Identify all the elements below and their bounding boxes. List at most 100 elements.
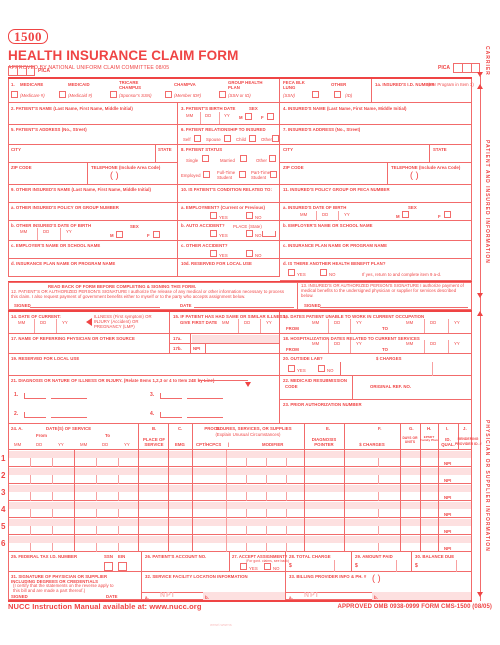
field-3-sex-label: SEX bbox=[249, 106, 258, 111]
field-20-checkbox-no[interactable] bbox=[318, 365, 325, 372]
field-32-b-shade[interactable] bbox=[203, 592, 285, 600]
field-8-checkbox-employed[interactable] bbox=[203, 171, 210, 178]
field-3-checkbox-male[interactable] bbox=[245, 113, 252, 120]
field-6-checkbox-spouse[interactable] bbox=[224, 135, 231, 142]
field-11d-yes: YES bbox=[297, 272, 306, 277]
field-9b-checkbox-male[interactable] bbox=[116, 231, 123, 238]
field-17a-shade[interactable] bbox=[192, 335, 279, 343]
field-8-checkbox-married[interactable] bbox=[240, 155, 247, 162]
field-5-phone-value[interactable]: ( ) bbox=[110, 171, 119, 180]
field-1-checkbox-medicare[interactable] bbox=[11, 91, 18, 98]
field-27-checkbox-yes[interactable] bbox=[240, 563, 247, 570]
field-24-col-j: J. bbox=[463, 426, 467, 431]
field-10c-checkbox-no[interactable] bbox=[246, 250, 253, 257]
field-1-checkbox-other[interactable] bbox=[334, 91, 341, 98]
field-21-line3-rule-b[interactable] bbox=[187, 398, 223, 399]
field-1-checkbox-group[interactable] bbox=[219, 91, 226, 98]
field-14-mm: MM bbox=[18, 320, 26, 325]
field-11a-checkbox-female[interactable] bbox=[444, 211, 451, 218]
field-1-option-4-name: GROUP HEALTH PLAN bbox=[228, 80, 263, 90]
field-24-col-d-l2: (Explain Unusual Circumstances) bbox=[215, 432, 281, 437]
field-10c-checkbox-yes[interactable] bbox=[210, 250, 217, 257]
arrow-down-carrier bbox=[477, 72, 483, 77]
field-6-checkbox-child[interactable] bbox=[249, 135, 256, 142]
field-28-cents-sep bbox=[334, 560, 335, 572]
field-12-date-line[interactable] bbox=[194, 307, 294, 308]
field-1-checkbox-feca[interactable] bbox=[312, 91, 319, 98]
pica-left-boxes[interactable] bbox=[8, 66, 35, 76]
service-row-3-d3 bbox=[74, 484, 75, 501]
field-6-option-self: Self bbox=[183, 137, 191, 142]
service-row-1-d3 bbox=[74, 450, 75, 467]
field-1-checkbox-champva[interactable] bbox=[165, 91, 172, 98]
field-9b-checkbox-female[interactable] bbox=[153, 231, 160, 238]
service-row-2-npi: NPI bbox=[444, 478, 452, 483]
field-8-checkbox-fulltime[interactable] bbox=[239, 171, 246, 178]
service-row-6-v8 bbox=[438, 535, 439, 552]
service-row-4-d10 bbox=[378, 509, 379, 518]
field-21-line1-rule-a[interactable] bbox=[24, 398, 46, 399]
field-9b-dd: DD bbox=[43, 229, 50, 234]
field-21-line3-rule-a[interactable] bbox=[160, 398, 182, 399]
field-8-checkbox-single[interactable] bbox=[202, 155, 209, 162]
field-9d-label: d. INSURANCE PLAN NAME OR PROGRAM NAME bbox=[11, 261, 116, 266]
field-10a-checkbox-no[interactable] bbox=[246, 212, 253, 219]
service-row-2-d3 bbox=[74, 467, 75, 484]
field-13-signed-line[interactable] bbox=[320, 307, 468, 308]
field-11a-checkbox-male[interactable] bbox=[402, 211, 409, 218]
field-33-phone-value[interactable]: ( ) bbox=[372, 574, 381, 583]
field-1-checkbox-medicaid[interactable] bbox=[59, 91, 66, 98]
field-3-checkbox-female[interactable] bbox=[267, 113, 274, 120]
field-16-from: FROM bbox=[286, 326, 299, 331]
field-1-option-5-sub: (SSN) bbox=[283, 93, 295, 98]
field-3-m-label: M bbox=[239, 115, 243, 120]
field-18-from-sep1 bbox=[328, 340, 329, 353]
field-18-to-sep2 bbox=[448, 340, 449, 353]
field-20-checkbox-yes[interactable] bbox=[288, 365, 295, 372]
field-27-checkbox-no[interactable] bbox=[264, 563, 271, 570]
field-10b-checkbox-yes[interactable] bbox=[210, 230, 217, 237]
service-row-3-d9 bbox=[286, 492, 287, 501]
field-7-phone-value[interactable]: ( ) bbox=[410, 171, 419, 180]
field-12-signed-line[interactable] bbox=[30, 307, 160, 308]
field-18-to-dd: DD bbox=[430, 341, 437, 346]
service-row-5-d5 bbox=[118, 526, 119, 535]
field-10b-place-box[interactable] bbox=[262, 231, 276, 237]
field-10a-checkbox-yes[interactable] bbox=[210, 212, 217, 219]
field-21-line2-rule-a[interactable] bbox=[24, 417, 46, 418]
field-3-sep-2 bbox=[219, 112, 220, 124]
field-18-from-sep2 bbox=[350, 340, 351, 353]
field-21-line4-rule-b[interactable] bbox=[187, 417, 223, 418]
field-33-b-shade[interactable] bbox=[372, 592, 471, 600]
field-1-option-3-sub: (Member ID#) bbox=[174, 93, 202, 98]
field-11d-checkbox-no[interactable] bbox=[320, 269, 327, 276]
service-row-1-d2 bbox=[52, 458, 53, 467]
field-1-checkbox-tricare[interactable] bbox=[110, 91, 117, 98]
field-6-checkbox-self[interactable] bbox=[194, 135, 201, 142]
field-21-line-1: 1. bbox=[14, 392, 19, 398]
field-25-ein-label: EIN bbox=[118, 554, 126, 559]
field-8-checkbox-parttime[interactable] bbox=[270, 171, 277, 178]
field-14-sep-2 bbox=[56, 319, 57, 333]
field-16-from-sep1 bbox=[328, 319, 329, 333]
field-6-checkbox-other[interactable] bbox=[272, 135, 279, 142]
field-10b-checkbox-no[interactable] bbox=[246, 230, 253, 237]
field-25-checkbox-ssn[interactable] bbox=[104, 562, 113, 571]
field-21-arrow-down-icon bbox=[245, 382, 251, 387]
field-25-checkbox-ein[interactable] bbox=[118, 562, 127, 571]
field-11d-checkbox-yes[interactable] bbox=[288, 269, 295, 276]
field-8-checkbox-other[interactable] bbox=[269, 155, 276, 162]
service-row-4-d8 bbox=[266, 509, 267, 518]
pica-right-boxes[interactable] bbox=[453, 63, 480, 73]
field-10b-no: NO bbox=[255, 233, 262, 238]
field-8-other: Other bbox=[256, 158, 267, 163]
service-row-2-v3 bbox=[192, 467, 193, 484]
field-21-line1-rule-b[interactable] bbox=[51, 398, 87, 399]
field-21-line-2: 2. bbox=[14, 411, 19, 417]
service-row-3-v6 bbox=[400, 484, 401, 501]
field-27-yes: YES bbox=[249, 566, 258, 571]
field-10c-label: c. OTHER ACCIDENT? bbox=[181, 243, 228, 248]
field-21-line2-rule-b[interactable] bbox=[51, 417, 87, 418]
side-label-patient-insured: PATIENT AND INSURED INFORMATION bbox=[484, 140, 490, 264]
field-21-line4-rule-a[interactable] bbox=[160, 417, 182, 418]
